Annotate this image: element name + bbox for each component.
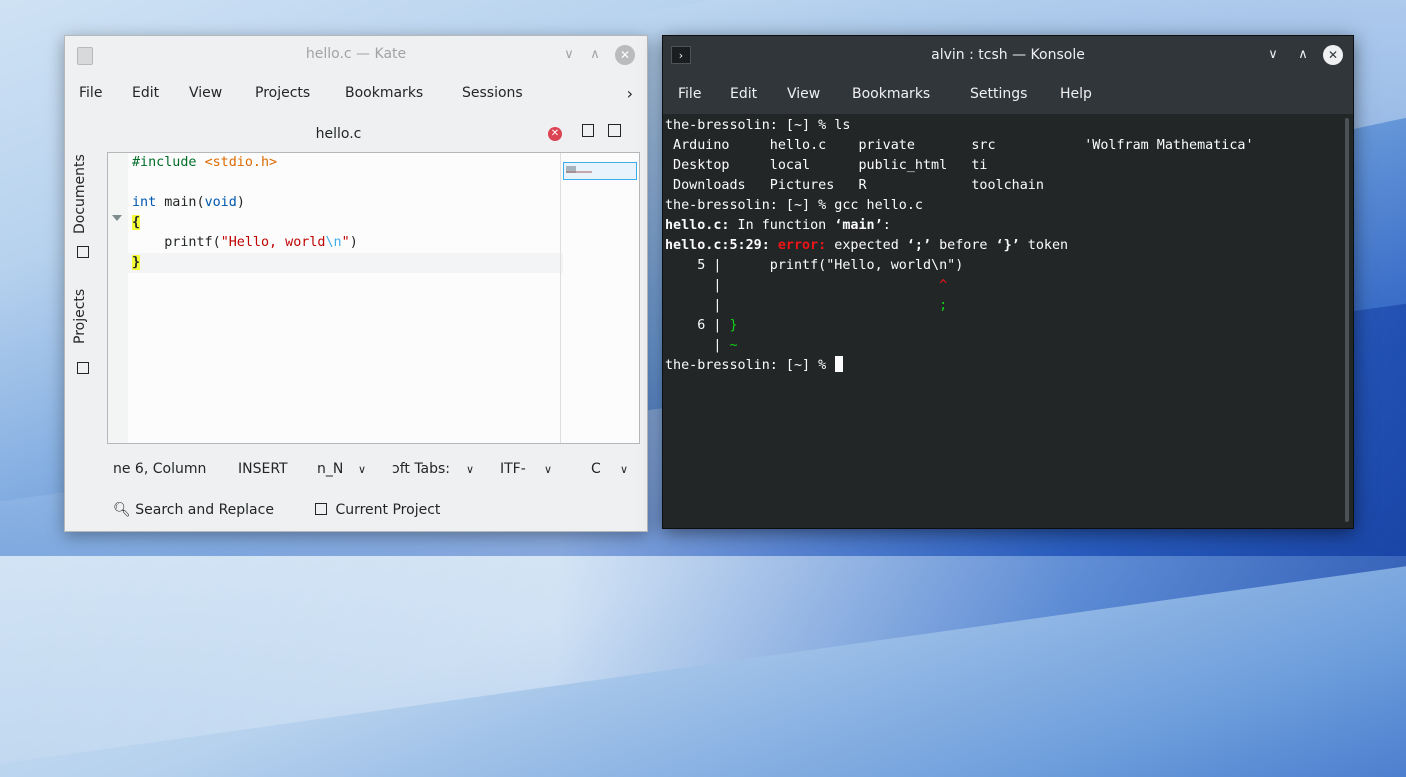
minimap[interactable] [560, 153, 639, 443]
minimap-code [566, 171, 592, 173]
terminal-line: | ~ [665, 338, 738, 353]
tab-hello-c[interactable]: hello.c [107, 118, 570, 150]
tab-close-icon[interactable]: ✕ [548, 127, 562, 141]
projects-icon[interactable] [77, 362, 89, 374]
maximize-icon[interactable]: ∧ [1293, 45, 1313, 65]
tab-label: hello.c [315, 126, 362, 142]
current-project-button[interactable]: Current Project [315, 502, 440, 518]
kate-window[interactable]: hello.c — Kate ∨ ∧ ✕ File Edit View Proj… [64, 35, 648, 532]
kate-titlebar[interactable]: hello.c — Kate ∨ ∧ ✕ [65, 36, 647, 74]
kate-sidebar: Documents Projects [65, 118, 101, 441]
terminal-line: Downloads Pictures R toolchain [665, 178, 1044, 193]
konsole-window[interactable]: › alvin : tcsh — Konsole ∨ ∧ ✕ File Edit… [662, 35, 1354, 529]
terminal-line: 5 | printf("Hello, world\n") [665, 258, 964, 273]
menu-projects[interactable]: Projects [255, 85, 310, 101]
maximize-icon[interactable]: ∧ [585, 45, 605, 65]
documents-icon[interactable] [77, 246, 89, 258]
close-window-icon[interactable]: ✕ [615, 45, 635, 65]
code-line-4: { [132, 215, 141, 230]
menu-file[interactable]: File [79, 85, 102, 101]
project-list-icon [315, 503, 327, 515]
search-and-replace-button[interactable]: 🔍︎ Search and Replace [113, 502, 274, 518]
chevron-right-icon[interactable]: › [627, 84, 633, 103]
konsole-titlebar[interactable]: › alvin : tcsh — Konsole ∨ ∧ ✕ [663, 36, 1353, 76]
terminal-line: the-bressolin: [~] % ls [665, 118, 851, 133]
menu-file[interactable]: File [678, 86, 701, 102]
menu-edit[interactable]: Edit [132, 85, 159, 101]
language-select[interactable]: C [591, 461, 601, 477]
terminal-scrollbar[interactable] [1345, 118, 1349, 522]
konsole-window-title: alvin : tcsh — Konsole [931, 47, 1085, 63]
terminal-line: the-bressolin: [~] % gcc hello.c [665, 198, 923, 213]
current-project-label: Current Project [335, 502, 441, 518]
code-line-5: printf("Hello, world\n") [132, 235, 358, 250]
search-icon: 🔍︎ [113, 502, 131, 518]
terminal-line: | ^ [665, 278, 948, 293]
terminal-output[interactable]: the-bressolin: [~] % ls Arduino hello.c … [665, 116, 1341, 524]
chevron-down-icon[interactable]: ∨ [466, 463, 474, 476]
fold-arrow-icon[interactable] [112, 215, 122, 221]
chevron-down-icon[interactable]: ∨ [620, 463, 628, 476]
terminal-line: Arduino hello.c private src 'Wolfram Mat… [665, 138, 1254, 153]
split-view-icon[interactable] [608, 124, 621, 137]
sidebar-tab-projects[interactable]: Projects [72, 289, 88, 344]
code-line-6: } [132, 255, 141, 270]
kate-menubar: File Edit View Projects Bookmarks Sessio… [65, 80, 647, 108]
input-mode[interactable]: INSERT [238, 461, 288, 477]
minimize-icon[interactable]: ∨ [1263, 45, 1283, 65]
menu-settings[interactable]: Settings [970, 86, 1027, 102]
chevron-down-icon[interactable]: ∨ [358, 463, 366, 476]
terminal-line: 6 | } [665, 318, 738, 333]
close-window-icon[interactable]: ✕ [1323, 45, 1343, 65]
chevron-down-icon[interactable]: ∨ [544, 463, 552, 476]
terminal-cursor [835, 356, 844, 372]
terminal-line: hello.c: In function ‘main’: [665, 218, 891, 233]
menu-view[interactable]: View [787, 86, 820, 102]
code-editor[interactable]: #include <stdio.h> int main(void) { prin… [107, 152, 640, 444]
code-line-3: int main(void) [132, 195, 245, 210]
terminal-line: | ; [665, 298, 948, 313]
kate-statusbar: ne 6, Column INSERT n_N ∨ ɔft Tabs: ∨ IT… [107, 454, 640, 484]
search-and-replace-label: Search and Replace [135, 502, 274, 518]
konsole-menubar: File Edit View Bookmarks Settings Help [663, 76, 1353, 114]
new-tab-icon[interactable] [582, 124, 594, 137]
menu-help[interactable]: Help [1060, 86, 1092, 102]
line-ending-select[interactable]: n_N [317, 461, 343, 477]
cursor-position[interactable]: ne 6, Column [113, 461, 206, 477]
terminal-line: Desktop local public_html ti [665, 158, 988, 173]
terminal-line: hello.c:5:29: error: expected ‘;’ before… [665, 238, 1069, 253]
kate-tabbar: hello.c ✕ [107, 118, 570, 150]
minimize-icon[interactable]: ∨ [559, 45, 579, 65]
editor-gutter [108, 153, 128, 443]
menu-view[interactable]: View [189, 85, 222, 101]
menu-sessions[interactable]: Sessions [462, 85, 523, 101]
sidebar-tab-documents[interactable]: Documents [72, 154, 88, 234]
current-line-highlight [128, 253, 563, 273]
terminal-prompt[interactable]: the-bressolin: [~] % [665, 356, 844, 376]
encoding-select[interactable]: ITF- [500, 461, 526, 477]
code-line-1: #include <stdio.h> [132, 155, 278, 170]
menu-edit[interactable]: Edit [730, 86, 757, 102]
menu-bookmarks[interactable]: Bookmarks [345, 85, 423, 101]
menu-bookmarks[interactable]: Bookmarks [852, 86, 930, 102]
indent-select[interactable]: ɔft Tabs: [392, 461, 450, 477]
